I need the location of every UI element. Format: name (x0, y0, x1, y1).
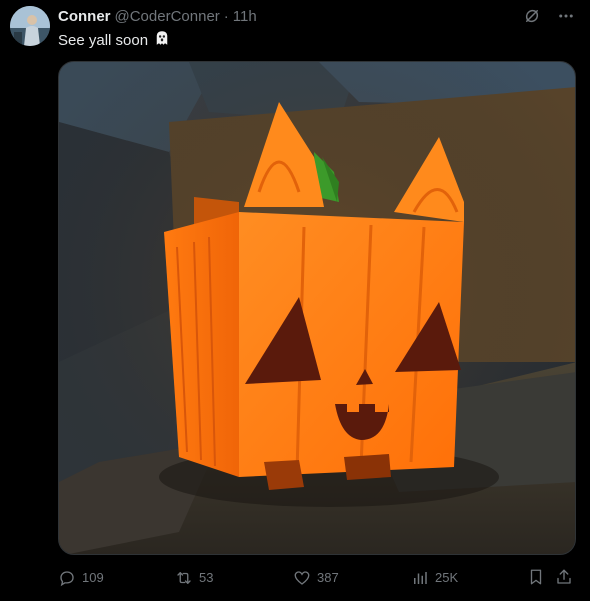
views-button[interactable]: 25K (411, 568, 458, 588)
view-count: 25K (435, 570, 459, 585)
author-handle[interactable]: @CoderConner (115, 7, 220, 27)
reply-count: 109 (82, 570, 104, 585)
pumpkin-cat-render-icon (59, 62, 575, 554)
tweet-text: See yall soon (58, 29, 171, 53)
author-name[interactable]: Conner (58, 7, 111, 27)
share-icon (555, 568, 573, 586)
separator-dot: · (223, 8, 229, 25)
views-icon (411, 569, 429, 587)
ghost-emoji-icon (153, 29, 171, 53)
avatar-photo-icon (10, 6, 50, 46)
reply-icon (58, 569, 76, 587)
like-button[interactable]: 387 (293, 568, 339, 588)
bookmark-button[interactable] (527, 568, 545, 586)
like-count: 387 (317, 570, 339, 585)
timestamp[interactable]: 11h (233, 7, 257, 27)
repost-count: 53 (199, 570, 214, 585)
heart-icon (293, 569, 311, 587)
tweet-body: See yall soon (58, 32, 149, 49)
tweet[interactable]: Conner @CoderConner · 11h See yall soon (0, 0, 590, 601)
share-button[interactable] (555, 568, 573, 586)
reply-button[interactable]: 109 (58, 568, 104, 588)
tweet-media-image[interactable] (58, 61, 576, 555)
repost-icon (175, 569, 193, 587)
more-icon[interactable] (556, 6, 576, 26)
bookmark-icon (527, 568, 545, 586)
repost-button[interactable]: 53 (175, 568, 213, 588)
tweet-header: Conner @CoderConner · 11h (58, 7, 257, 27)
grok-icon[interactable] (522, 6, 542, 26)
avatar[interactable] (10, 6, 50, 46)
top-actions (522, 6, 576, 26)
action-bar: 109 53 387 25K (58, 568, 578, 588)
